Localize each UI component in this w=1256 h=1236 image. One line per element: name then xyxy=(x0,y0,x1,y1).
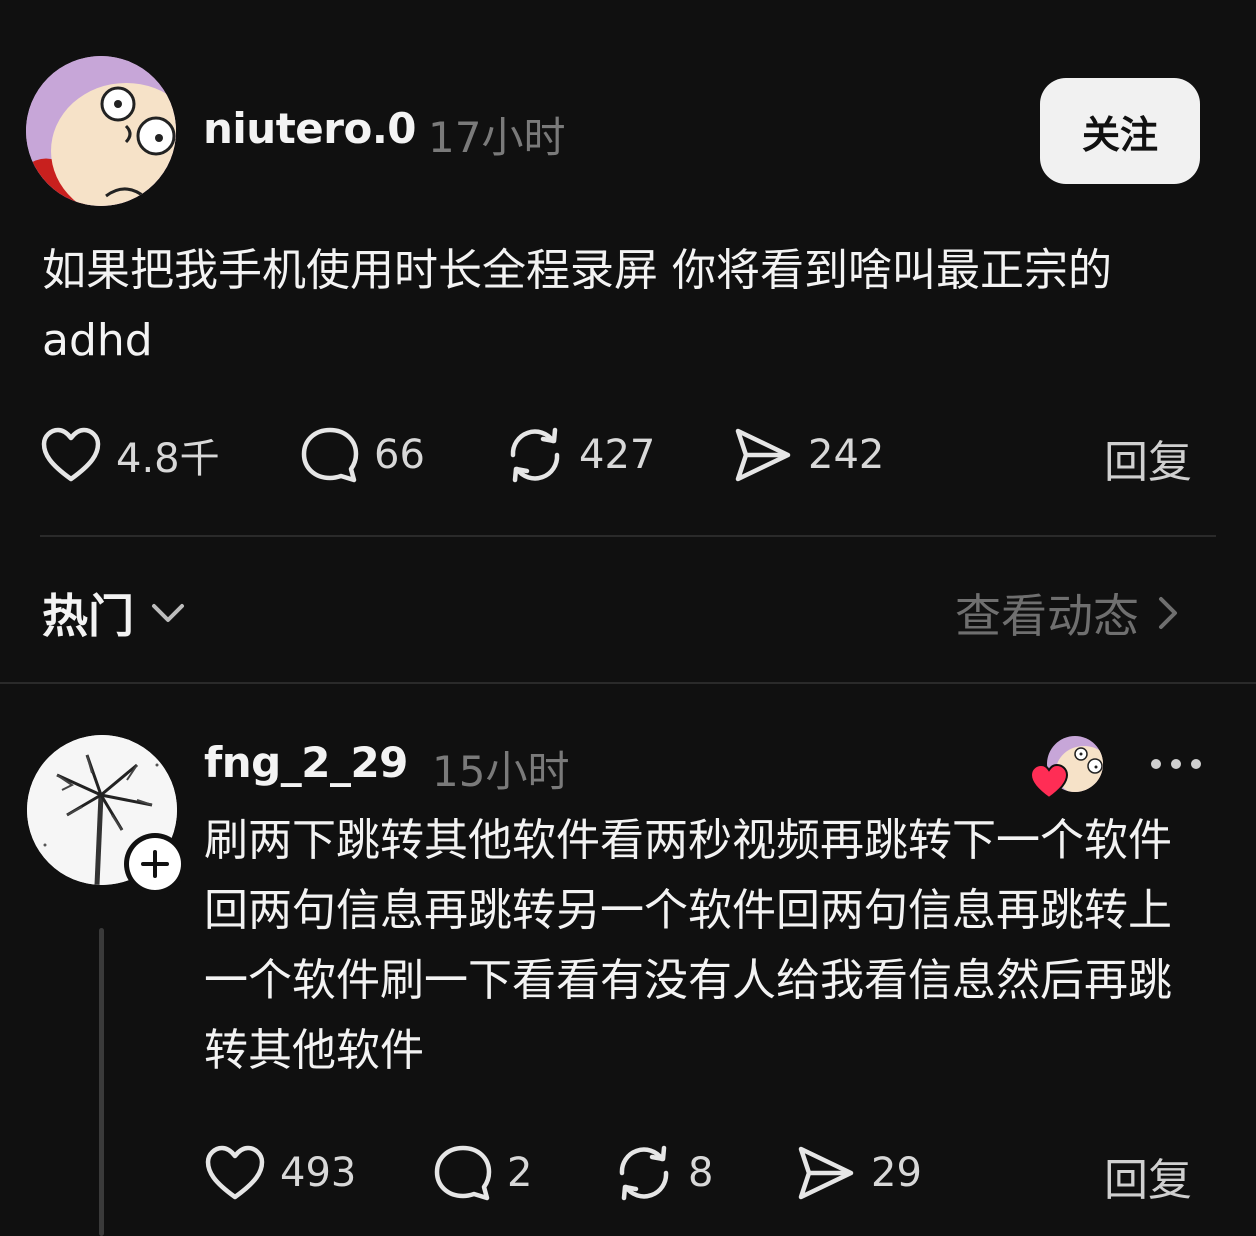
chevron-right-icon xyxy=(1159,597,1177,629)
sort-dropdown[interactable]: 热门 xyxy=(42,580,188,646)
like-button[interactable]: 4.8千 xyxy=(40,425,220,485)
reply-comment-count: 2 xyxy=(507,1150,533,1196)
repost-button[interactable]: 427 xyxy=(505,425,655,485)
view-activity-label: 查看动态 xyxy=(955,589,1139,643)
sort-label: 热门 xyxy=(42,589,134,643)
heart-icon xyxy=(205,1145,265,1200)
view-activity-link[interactable]: 查看动态 xyxy=(955,580,1183,646)
comment-bubble-icon xyxy=(301,427,359,483)
cartoon-avatar-image xyxy=(26,56,176,206)
post-author-name[interactable]: niutero.0 xyxy=(203,104,417,153)
reply-repost-button[interactable]: 8 xyxy=(614,1143,713,1203)
chevron-down-icon xyxy=(152,604,184,622)
like-count: 4.8千 xyxy=(116,436,220,482)
thread-line xyxy=(99,928,104,1236)
comment-count: 66 xyxy=(374,432,425,478)
reply-reply-button[interactable]: 回复 xyxy=(1104,1144,1192,1208)
send-icon xyxy=(798,1146,854,1200)
liked-heart-icon xyxy=(1029,764,1069,800)
follow-button-label: 关注 xyxy=(1081,112,1158,157)
reply-share-button[interactable]: 29 xyxy=(795,1143,922,1203)
reply-timestamp: 15小时 xyxy=(432,747,570,796)
heart-icon xyxy=(41,427,101,482)
share-count: 242 xyxy=(808,432,885,478)
reply-text: 刷两下跳转其他软件看两秒视频再跳转下一个软件回两句信息再跳转另一个软件回两句信息… xyxy=(204,815,1172,1076)
repost-icon xyxy=(510,427,560,483)
send-icon xyxy=(735,428,791,482)
reply-like-count: 493 xyxy=(280,1150,357,1196)
share-button[interactable]: 242 xyxy=(732,425,884,485)
plus-icon xyxy=(141,850,169,878)
author-avatar[interactable] xyxy=(26,56,176,206)
post-divider xyxy=(40,535,1216,537)
post-text: 如果把我手机使用时长全程录屏 你将看到啥叫最正宗的adhd xyxy=(42,245,1112,366)
post-timestamp: 17小时 xyxy=(428,113,566,162)
section-divider xyxy=(0,682,1256,684)
repost-icon xyxy=(619,1145,669,1201)
reply-author-name[interactable]: fng_2_29 xyxy=(204,738,408,787)
ellipsis-icon xyxy=(1151,759,1201,769)
repost-count: 427 xyxy=(579,432,656,478)
reply-comment-button[interactable]: 2 xyxy=(433,1143,532,1203)
reply-repost-count: 8 xyxy=(688,1150,714,1196)
more-options-button[interactable] xyxy=(1148,748,1204,780)
reply-like-button[interactable]: 493 xyxy=(204,1143,356,1203)
follow-button[interactable]: 关注 xyxy=(1040,78,1200,184)
follow-plus-badge[interactable] xyxy=(124,833,186,895)
post-reply-button[interactable]: 回复 xyxy=(1104,426,1192,490)
reply-share-count: 29 xyxy=(871,1150,922,1196)
comment-button[interactable]: 66 xyxy=(300,425,425,485)
comment-bubble-icon xyxy=(434,1145,492,1201)
